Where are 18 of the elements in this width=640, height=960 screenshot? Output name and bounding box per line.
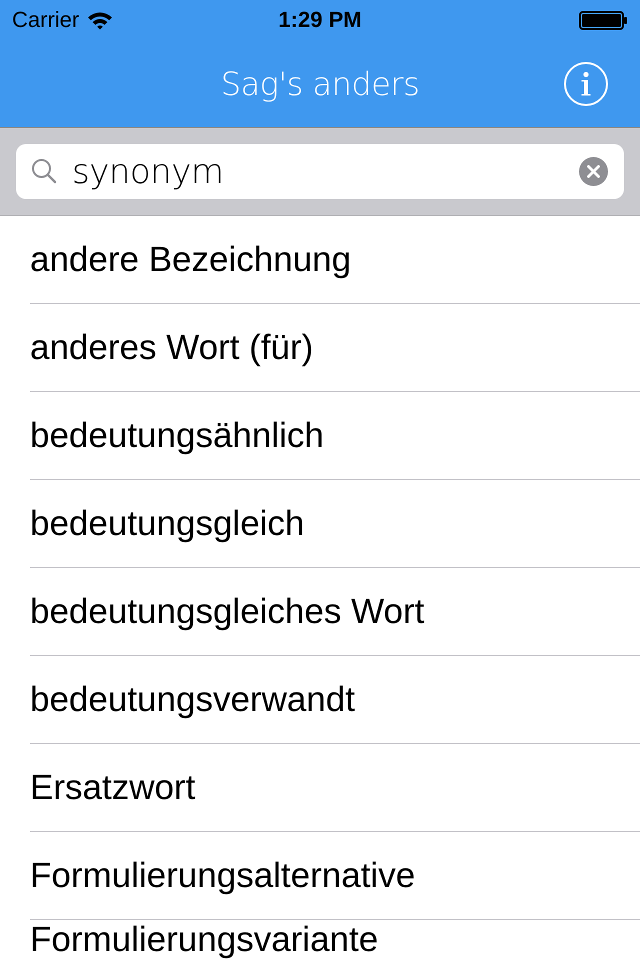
result-item[interactable]: bedeutungsgleiches Wort	[30, 592, 424, 632]
clear-icon[interactable]	[579, 157, 608, 186]
result-item[interactable]: Formulierungsvariante	[30, 920, 378, 960]
result-item[interactable]: bedeutungsverwandt	[30, 680, 355, 720]
result-item[interactable]: bedeutungsgleich	[30, 504, 304, 544]
app-title: Sag's anders	[220, 68, 420, 100]
info-icon[interactable]	[564, 62, 608, 106]
result-item[interactable]: andere Bezeichnung	[30, 240, 352, 280]
clock-time: 1:29 PM	[278, 9, 362, 31]
result-item[interactable]: anderes Wort (für)	[30, 328, 314, 368]
result-item[interactable]: Ersatzwort	[30, 768, 196, 808]
result-item[interactable]: Formulierungsalternative	[30, 856, 416, 896]
wifi-icon	[87, 10, 114, 30]
battery-icon	[579, 10, 628, 30]
search-icon	[31, 158, 57, 184]
carrier-name: Carrier	[12, 9, 80, 31]
search-field[interactable]: synonym	[16, 144, 624, 199]
result-item[interactable]: bedeutungsähnlich	[30, 416, 324, 456]
